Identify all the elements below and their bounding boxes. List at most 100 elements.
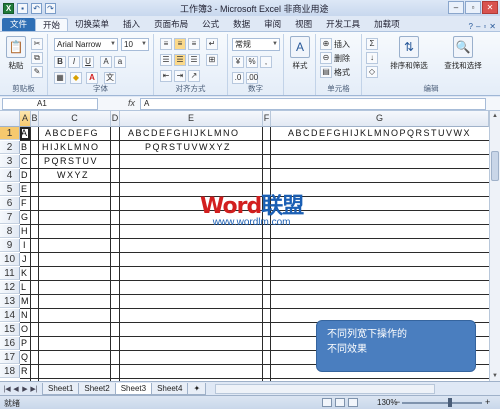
normal-view-icon[interactable] [322,398,332,407]
name-box[interactable]: A1 [2,98,98,110]
format-cells-icon[interactable]: ▤ [320,66,332,78]
column-header[interactable]: E [120,111,263,127]
currency-icon[interactable]: ¥ [232,56,244,68]
shrink-font-icon[interactable]: a [114,56,126,68]
row-header[interactable]: 7 [0,211,20,224]
comma-icon[interactable]: , [260,56,272,68]
number-format-select[interactable]: 常规 ▼ [232,38,280,51]
row-header[interactable]: 11 [0,267,20,280]
zoom-slider[interactable] [402,402,482,404]
help-icon[interactable]: ? [469,22,473,31]
underline-icon[interactable]: U [82,56,94,68]
cell-g1[interactable]: ABCDEFGHIJKLMNOPQRSTUVWX [288,127,471,140]
align-center-icon[interactable]: ☰ [174,54,186,66]
row-header[interactable]: 15 [0,323,20,336]
undo-icon[interactable]: ↶ [31,2,42,14]
scroll-down-icon[interactable]: ▼ [490,371,500,381]
ribbon-restore-icon[interactable]: ▫ [483,22,486,31]
tab-insert[interactable]: 插入 [116,18,147,31]
next-sheet-icon[interactable]: ▶ [21,385,29,393]
align-bottom-icon[interactable]: ≡ [188,38,200,50]
cell-a14[interactable]: N [21,309,29,322]
tab-page-layout[interactable]: 页面布局 [147,18,195,31]
minimize-button[interactable]: – [448,1,464,14]
autosum-icon[interactable]: Σ [366,38,378,50]
column-header[interactable]: A [20,111,31,127]
redo-icon[interactable]: ↷ [45,2,56,14]
row-header[interactable]: 2 [0,141,20,154]
scroll-thumb[interactable] [491,151,499,181]
cell-a11[interactable]: K [21,267,29,280]
italic-icon[interactable]: I [68,56,80,68]
bold-icon[interactable]: B [54,56,66,68]
align-middle-icon[interactable]: ≡ [174,38,186,50]
insert-sheet-icon[interactable]: ✦ [187,382,207,395]
percent-icon[interactable]: % [246,56,258,68]
formula-input[interactable]: A [140,98,486,110]
tab-addins[interactable]: 加载项 [367,18,407,31]
orientation-icon[interactable]: ↗ [188,70,200,82]
tab-switch-menu[interactable]: 切换菜单 [68,18,116,31]
row-header[interactable]: 17 [0,351,20,364]
format-painter-icon[interactable]: ✎ [31,66,43,78]
wrap-text-icon[interactable]: ↵ [206,38,218,50]
row-header[interactable]: 13 [0,295,20,308]
close-button[interactable]: ✕ [482,1,498,14]
row-header[interactable]: 10 [0,253,20,266]
zoom-out-icon[interactable]: − [395,397,400,407]
font-size-select[interactable]: 10 ▼ [121,38,149,51]
first-sheet-icon[interactable]: |◀ [3,385,11,393]
row-header[interactable]: 14 [0,309,20,322]
prev-sheet-icon[interactable]: ◀ [12,385,20,393]
row-header[interactable]: 18 [0,365,20,378]
tab-developer[interactable]: 开发工具 [319,18,367,31]
save-icon[interactable]: ▪ [17,2,28,14]
last-sheet-icon[interactable]: ▶| [30,385,38,393]
zoom-slider-thumb[interactable] [448,398,452,407]
ribbon-minimize-icon[interactable]: – [476,22,480,31]
cell-c2[interactable]: HIJKLMNO [42,141,100,154]
cell-a18[interactable]: R [21,365,29,378]
row-header[interactable]: 6 [0,197,20,210]
page-break-view-icon[interactable] [348,398,358,407]
row-header[interactable]: 4 [0,169,20,182]
align-left-icon[interactable]: ☰ [160,54,172,66]
cell-a7[interactable]: G [21,211,30,224]
zoom-in-icon[interactable]: + [485,397,490,407]
row-header[interactable]: 8 [0,225,20,238]
cut-icon[interactable]: ✂ [31,38,43,50]
cell-c1[interactable]: ABCDEFG [45,127,99,140]
tab-review[interactable]: 审阅 [257,18,288,31]
tab-formulas[interactable]: 公式 [195,18,226,31]
tab-data[interactable]: 数据 [226,18,257,31]
sheet-tab-sheet4[interactable]: Sheet4 [151,382,189,395]
sheet-tab-sheet2[interactable]: Sheet2 [78,382,116,395]
tab-home[interactable]: 开始 [35,18,69,31]
cell-a8[interactable]: H [21,225,29,238]
align-top-icon[interactable]: ≡ [160,38,172,50]
tab-view[interactable]: 视图 [288,18,319,31]
cell-a16[interactable]: P [21,337,29,350]
sheet-tab-sheet1[interactable]: Sheet1 [42,382,80,395]
cell-c4[interactable]: WXYZ [57,169,89,182]
sheet-tab-sheet3[interactable]: Sheet3 [114,382,153,395]
cell-a9[interactable]: I [23,239,27,252]
horizontal-scrollbar[interactable] [215,383,436,394]
cell-a12[interactable]: L [21,281,28,294]
cell-a2[interactable]: B [21,141,29,154]
cell-a13[interactable]: M [21,295,30,308]
insert-function-icon[interactable]: fx [128,98,135,108]
cell-a6[interactable]: F [21,197,28,210]
format-cells-label[interactable]: 格式 [334,67,350,78]
align-right-icon[interactable]: ☰ [188,54,200,66]
copy-icon[interactable]: ⧉ [31,52,43,64]
column-header[interactable]: G [271,111,489,127]
fill-icon[interactable]: ↓ [366,52,378,64]
row-header[interactable]: 12 [0,281,20,294]
cell-a5[interactable]: E [21,183,29,196]
row-header[interactable]: 3 [0,155,20,168]
cell-a17[interactable]: Q [21,351,30,364]
row-header[interactable]: 5 [0,183,20,196]
tab-file[interactable]: 文件 [2,18,36,31]
sort-filter-button[interactable]: ⇅ 排序和筛选 [384,36,434,71]
